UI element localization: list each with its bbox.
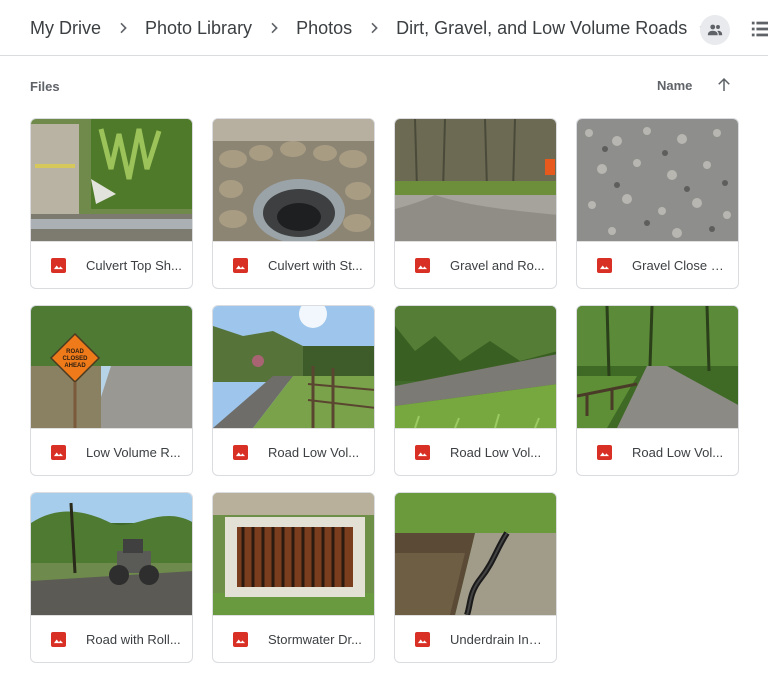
file-thumbnail: ROAD CLOSED AHEAD: [31, 306, 192, 428]
file-card[interactable]: Road with Roll...: [30, 492, 193, 663]
file-caption: Low Volume R...: [31, 428, 192, 475]
image-file-icon: [415, 445, 430, 460]
file-thumbnail: [31, 119, 192, 241]
file-thumbnail: [213, 119, 374, 241]
people-icon[interactable]: [700, 15, 730, 45]
file-card[interactable]: Road Low Vol...: [576, 305, 739, 476]
file-grid: Culvert Top Sh... Culvert with St... Gra…: [30, 118, 750, 678]
file-name: Road Low Vol...: [450, 445, 542, 460]
file-name: Low Volume R...: [86, 445, 181, 460]
file-card[interactable]: Gravel Close U...: [576, 118, 739, 289]
file-caption: Road Low Vol...: [577, 428, 738, 475]
file-name: Stormwater Dr...: [268, 632, 362, 647]
image-file-icon: [51, 445, 66, 460]
arrow-up-icon[interactable]: [715, 76, 733, 94]
file-caption: Underdrain Ins...: [395, 615, 556, 662]
sort-by-name-button[interactable]: Name: [657, 78, 692, 93]
file-caption: Road Low Vol...: [395, 428, 556, 475]
file-card[interactable]: Underdrain Ins...: [394, 492, 557, 663]
image-file-icon: [415, 632, 430, 647]
svg-text:CLOSED: CLOSED: [62, 356, 88, 362]
image-file-icon: [51, 632, 66, 647]
breadcrumb-current-folder[interactable]: Dirt, Gravel, and Low Volume Roads: [396, 18, 687, 39]
top-bar: My Drive Photo Library Photos Dirt, Grav…: [0, 0, 768, 56]
file-card[interactable]: Gravel and Ro...: [394, 118, 557, 289]
chevron-right-icon: [266, 20, 282, 36]
files-section-title: Files: [30, 79, 60, 94]
svg-text:AHEAD: AHEAD: [64, 363, 86, 369]
file-card[interactable]: Road Low Vol...: [394, 305, 557, 476]
file-thumbnail: [395, 306, 556, 428]
chevron-right-icon: [115, 20, 131, 36]
file-name: Road Low Vol...: [632, 445, 724, 460]
image-file-icon: [233, 258, 248, 273]
image-file-icon: [597, 258, 612, 273]
breadcrumb-photos[interactable]: Photos: [296, 18, 352, 39]
file-thumbnail: [577, 306, 738, 428]
chevron-right-icon: [366, 20, 382, 36]
file-thumbnail: [213, 306, 374, 428]
breadcrumb-photo-library[interactable]: Photo Library: [145, 18, 252, 39]
svg-text:ROAD: ROAD: [66, 349, 84, 355]
file-caption: Gravel Close U...: [577, 241, 738, 288]
file-caption: Road with Roll...: [31, 615, 192, 662]
image-file-icon: [233, 632, 248, 647]
file-name: Underdrain Ins...: [450, 632, 546, 647]
file-thumbnail: [395, 493, 556, 615]
file-thumbnail: [213, 493, 374, 615]
file-card[interactable]: Culvert with St...: [212, 118, 375, 289]
file-name: Road Low Vol...: [268, 445, 360, 460]
file-name: Culvert Top Sh...: [86, 258, 182, 273]
list-view-icon[interactable]: [750, 18, 768, 42]
image-file-icon: [597, 445, 612, 460]
file-name: Gravel and Ro...: [450, 258, 545, 273]
file-caption: Road Low Vol...: [213, 428, 374, 475]
file-caption: Culvert Top Sh...: [31, 241, 192, 288]
file-thumbnail: [31, 493, 192, 615]
image-file-icon: [233, 445, 248, 460]
file-card[interactable]: ROAD CLOSED AHEAD Low Volume R...: [30, 305, 193, 476]
breadcrumb: My Drive Photo Library Photos Dirt, Grav…: [30, 0, 711, 56]
file-thumbnail: [577, 119, 738, 241]
breadcrumb-my-drive[interactable]: My Drive: [30, 18, 101, 39]
file-caption: Culvert with St...: [213, 241, 374, 288]
file-card[interactable]: Road Low Vol...: [212, 305, 375, 476]
file-thumbnail: [395, 119, 556, 241]
file-caption: Gravel and Ro...: [395, 241, 556, 288]
file-card[interactable]: Stormwater Dr...: [212, 492, 375, 663]
file-card[interactable]: Culvert Top Sh...: [30, 118, 193, 289]
file-caption: Stormwater Dr...: [213, 615, 374, 662]
file-name: Culvert with St...: [268, 258, 363, 273]
file-name: Road with Roll...: [86, 632, 181, 647]
image-file-icon: [415, 258, 430, 273]
image-file-icon: [51, 258, 66, 273]
file-name: Gravel Close U...: [632, 258, 728, 273]
